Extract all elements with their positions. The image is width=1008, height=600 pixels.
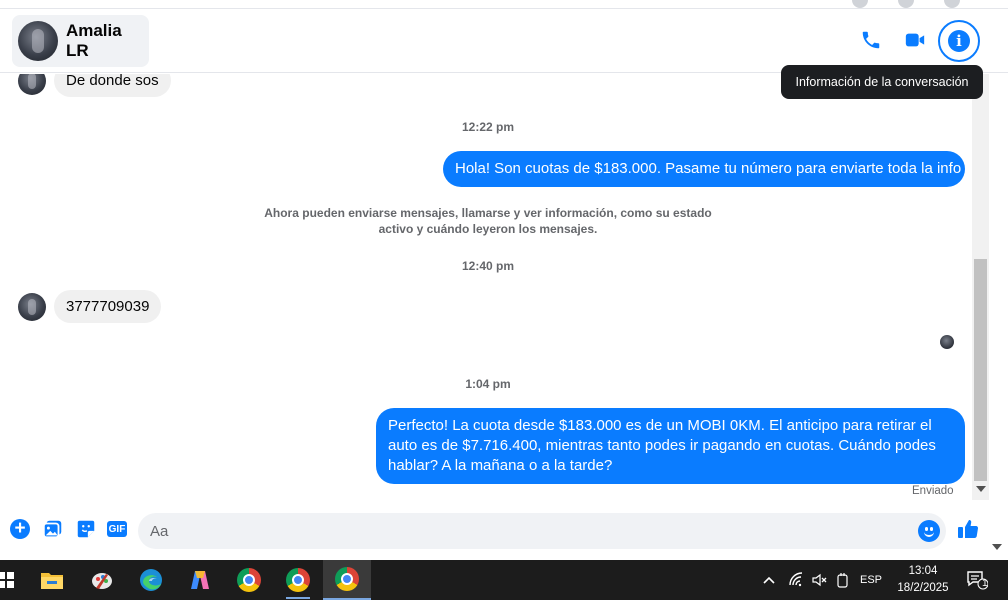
clock-date: 18/2/2025: [897, 582, 949, 594]
thread-scrollbar[interactable]: [972, 74, 989, 500]
gif-button[interactable]: GIF: [105, 517, 129, 541]
edge-icon: [140, 569, 162, 591]
taskbar-paint-app[interactable]: [78, 560, 126, 600]
message-status: Enviado: [912, 485, 954, 497]
outer-scroll-track: [989, 74, 1008, 544]
chrome-icon: [286, 568, 310, 592]
chevron-up-icon[interactable]: [762, 573, 776, 587]
sender-avatar: [18, 292, 46, 321]
outgoing-message[interactable]: Perfecto! La cuota desde $183.000 es de …: [376, 408, 965, 484]
copilot-icon: [191, 571, 209, 589]
battery-plug-icon[interactable]: [836, 572, 850, 588]
sticker-button[interactable]: [74, 517, 98, 541]
gif-icon: GIF: [107, 521, 127, 537]
sticker-icon: [77, 520, 95, 538]
paint-icon: [92, 573, 112, 589]
chrome-icon: [335, 567, 359, 591]
taskbar-file-explorer[interactable]: [28, 560, 76, 600]
like-icon: [958, 520, 979, 539]
system-notice-line: Ahora pueden enviarse mensajes, llamarse…: [264, 206, 712, 220]
attach-photo-button[interactable]: [41, 517, 65, 541]
taskbar-copilot[interactable]: [176, 560, 224, 600]
wifi-icon[interactable]: [788, 572, 804, 588]
windows-taskbar: ESP 13:04 18/2/2025 1: [0, 560, 1008, 600]
plus-icon: +: [10, 519, 30, 539]
timestamp: 12:22 pm: [461, 120, 515, 134]
taskbar-chrome-profile-active[interactable]: [323, 560, 371, 600]
sender-avatar: [18, 74, 46, 95]
message-input[interactable]: [150, 513, 910, 549]
file-explorer-icon: [41, 573, 63, 589]
outgoing-message[interactable]: Hola! Son cuotas de $183.000. Pasame tu …: [443, 151, 965, 187]
incoming-message: 3777709039: [18, 290, 162, 323]
scroll-down-arrow[interactable]: [976, 486, 986, 492]
scroll-thumb[interactable]: [974, 259, 987, 481]
timestamp: 1:04 pm: [465, 377, 511, 391]
timestamp: 12:40 pm: [461, 259, 515, 273]
taskbar-chrome[interactable]: [225, 560, 273, 600]
notifications-button[interactable]: 1: [957, 560, 997, 600]
more-actions-button[interactable]: +: [8, 517, 32, 541]
message-bubble[interactable]: De donde sos: [54, 74, 171, 97]
taskbar-chrome-profile[interactable]: [274, 560, 322, 600]
seen-avatar: [940, 335, 954, 349]
message-bubble[interactable]: 3777709039: [54, 290, 162, 323]
video-call-button[interactable]: [895, 20, 935, 60]
contact-name: Amalia LR: [65, 21, 122, 60]
input-language[interactable]: ESP: [860, 574, 882, 586]
conversation-header: Amalia LR i: [0, 10, 1008, 73]
like-button[interactable]: [956, 517, 980, 541]
contact-button[interactable]: Amalia LR: [12, 15, 149, 67]
voice-call-button[interactable]: [851, 20, 891, 60]
volume-muted-icon[interactable]: [812, 572, 828, 588]
system-clock[interactable]: 13:04 18/2/2025: [893, 563, 953, 597]
outer-scroll-down-arrow[interactable]: [992, 544, 1002, 550]
start-button[interactable]: [0, 560, 30, 600]
window-control-dot[interactable]: [898, 0, 914, 8]
message-thread[interactable]: De donde sos 12:22 pm Hola! Son cuotas d…: [0, 74, 972, 502]
incoming-message: De donde sos: [18, 74, 171, 97]
conversation-info-button[interactable]: i: [938, 20, 980, 62]
window-control-dot[interactable]: [852, 0, 868, 8]
messenger-window: Amalia LR i Información de la conversaci…: [0, 0, 1008, 560]
contact-avatar: [18, 21, 58, 61]
start-icon: [0, 572, 14, 588]
emoji-icon[interactable]: [918, 520, 940, 542]
system-notice-line: activo y cuándo leyeron los mensajes.: [378, 222, 598, 236]
window-control-dot[interactable]: [944, 0, 960, 8]
taskbar-edge[interactable]: [127, 560, 175, 600]
info-icon: i: [948, 30, 970, 52]
phone-icon: [862, 31, 880, 49]
chrome-icon: [237, 568, 261, 592]
info-tooltip: Información de la conversación: [781, 65, 983, 99]
system-notice: Ahora pueden enviarse mensajes, llamarse…: [238, 205, 738, 237]
video-icon: [905, 33, 925, 47]
photo-icon: [42, 520, 62, 539]
message-composer: + GIF: [0, 505, 989, 557]
message-input-wrap: [138, 513, 946, 549]
top-strip: [0, 0, 1008, 9]
clock-time: 13:04: [908, 565, 938, 577]
system-tray: ESP: [762, 560, 882, 600]
notification-count: 1: [982, 578, 988, 589]
